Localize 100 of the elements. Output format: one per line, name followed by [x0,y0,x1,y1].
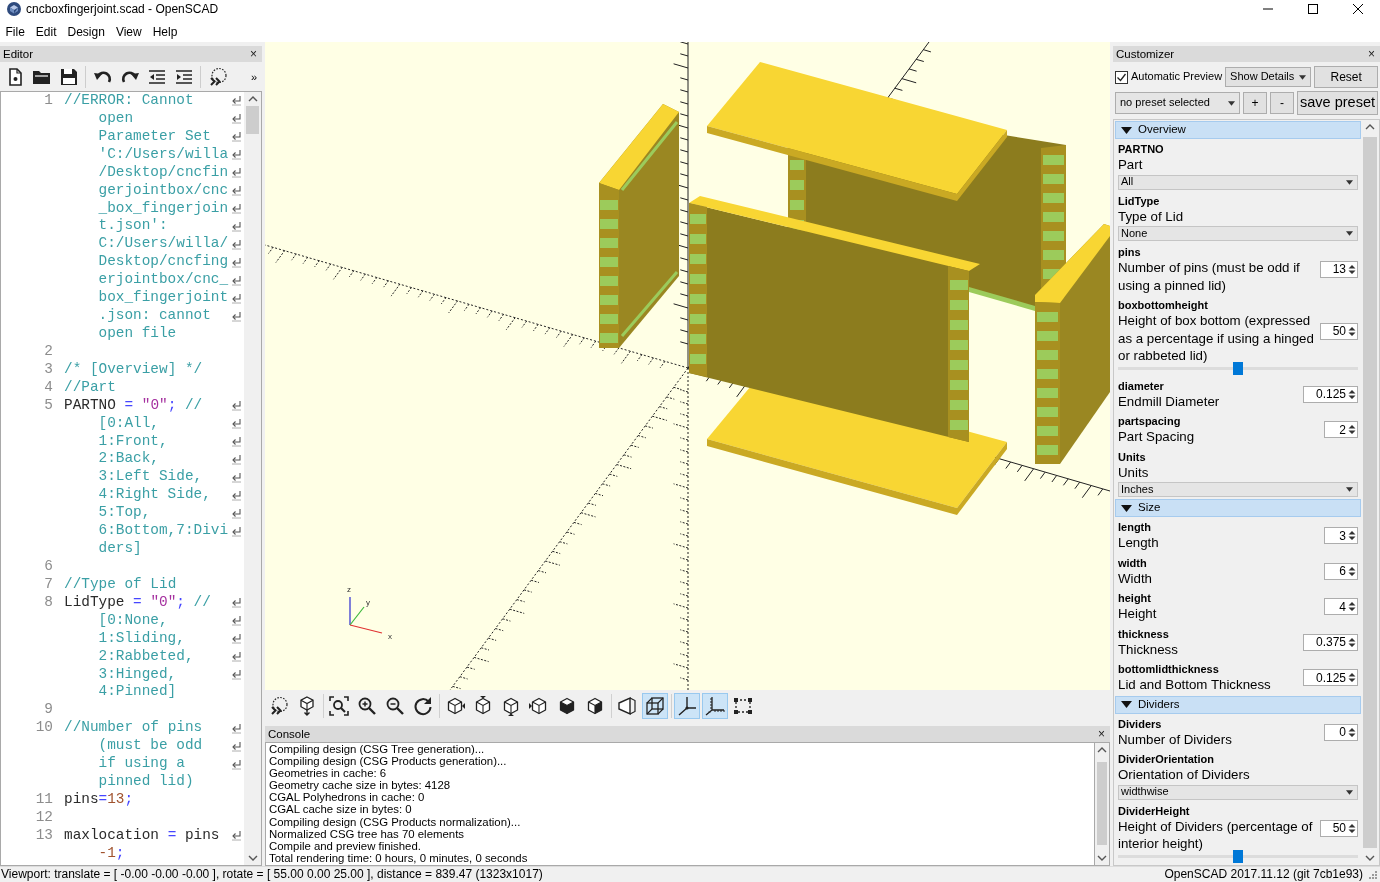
scrollbar[interactable] [244,92,261,865]
reset-button[interactable]: Reset [1314,66,1378,88]
checkbox[interactable] [1115,70,1128,84]
menu-item[interactable]: View [110,25,148,39]
window-title: cncboxfingerjoint.scad - OpenSCAD [26,1,219,16]
scroll-up-icon[interactable] [1364,122,1376,132]
caret-icon [1346,789,1353,795]
code-line: //ERROR: Cannot [64,92,194,108]
spinbox[interactable]: 0.375 [1302,633,1358,651]
axes-icon [677,696,697,716]
line-wrap-icon [231,131,242,143]
spinbox[interactable]: 2 [1324,421,1358,439]
remove-preset-button[interactable]: - [1270,92,1294,114]
axes-gizmo-icon [349,596,383,634]
shaded-cube-icon [585,696,605,716]
cube-bottom-marker-icon [501,696,521,716]
line-number: 5 [44,396,53,413]
show-axes-button[interactable] [674,693,700,719]
code-line: .json: cannot [98,307,211,324]
menu-item[interactable]: Help [147,25,183,39]
slider-thumb[interactable] [1233,361,1243,375]
toolbar-overflow-button[interactable]: » [250,70,257,83]
view-all-button[interactable] [326,693,352,719]
show-scale-markers-button[interactable] [702,693,728,719]
line-number: 8 [44,593,53,610]
value-dropdown[interactable]: Inches [1118,482,1358,497]
scrollbar-thumb[interactable] [1363,137,1377,848]
code-line: 4:Right Side, [98,486,211,503]
line-wrap-icon [231,220,242,232]
code-line: PARTNO = "0"; // [64,396,203,413]
code-line: [0:None, [98,611,168,628]
floppy-icon[interactable] [58,66,79,87]
scrollbar-thumb[interactable] [246,106,259,134]
line-number: 3 [44,360,53,377]
spinbox[interactable]: 0 [1324,723,1358,741]
scroll-up-icon[interactable] [246,94,259,104]
section-header[interactable]: Overview [1115,121,1361,139]
parameter-description: Height of box bottom (expressed as a percentage if using a hinged or rabbeted lid) [1118,312,1315,365]
line-wrap-icon [231,149,242,161]
value-dropdown[interactable]: widthwise [1118,784,1358,800]
line-wrap-icon [231,597,242,609]
panel-title: Editor [3,47,34,62]
preset-dropdown[interactable]: no preset selected [1115,92,1240,114]
close-icon[interactable] [1352,3,1363,14]
code-line: 3:Hinged, [98,665,177,682]
dotted-sphere-chevrons-icon[interactable] [207,66,228,87]
solid-cube-icon [557,696,577,716]
scroll-up-icon[interactable] [1096,745,1108,755]
spinbox[interactable]: 0.125 [1302,669,1358,687]
line-wrap-icon [231,615,242,627]
maximize-icon[interactable] [1307,3,1318,14]
line-number: 9 [44,701,53,718]
parameter-description: Length [1118,534,1160,552]
console-line: Total rendering time: 0 hours, 0 minutes, 0 seconds [269,851,529,864]
scroll-down-icon[interactable] [1364,853,1376,863]
value-dropdown[interactable]: None [1118,226,1358,241]
scroll-down-icon[interactable] [1096,853,1108,863]
save-preset-button[interactable]: save preset [1297,91,1378,115]
3d-viewport[interactable]: z y x [265,42,1110,690]
spinbox[interactable]: 6 [1324,562,1358,580]
minimize-icon[interactable] [1262,7,1273,10]
code-line: //Part [64,378,116,395]
code-line: Desktop/cncfing [98,253,229,270]
spinbox[interactable]: 4 [1324,598,1358,616]
close-button[interactable]: × [1368,48,1375,60]
spinbox[interactable]: 13 [1319,261,1358,278]
code-line: 2:Rabbeted, [98,647,194,664]
app-icon [7,1,21,16]
scrollbar-thumb[interactable] [1097,762,1107,845]
parameter-name: Units [1118,449,1147,464]
menu-item[interactable]: Design [62,25,111,39]
orthogonal-button[interactable] [642,693,668,719]
line-wrap-icon [231,525,242,537]
menu-item[interactable]: Edit [30,25,63,39]
scrollbar[interactable] [1095,742,1110,866]
section-header[interactable]: Dividers [1115,695,1361,714]
value-dropdown[interactable]: All [1118,174,1358,190]
frustum-icon [617,696,637,716]
line-wrap-icon [231,418,242,430]
spin-arrows-icon [1348,822,1356,834]
menu-item[interactable]: File [0,25,31,39]
spin-arrows-icon [1348,636,1356,648]
code-line: 4:Pinned] [98,683,177,700]
wireframe-cube-icon [645,696,665,716]
spinbox[interactable]: 0.125 [1302,385,1358,403]
slider-thumb[interactable] [1233,849,1243,863]
close-button[interactable]: × [250,48,257,60]
show-details-dropdown[interactable]: Show Details [1225,67,1312,87]
spinbox[interactable]: 50 [1319,322,1358,340]
section-header[interactable]: Size [1115,499,1361,517]
line-wrap-icon [231,489,242,501]
spin-arrows-icon [1348,388,1356,400]
spinbox[interactable]: 50 [1319,819,1358,837]
scroll-down-icon[interactable] [246,853,259,863]
add-preset-button[interactable]: + [1243,92,1267,114]
line-number: 1 [44,92,53,108]
close-button[interactable]: × [1098,728,1105,740]
console-line: CGAL cache size in bytes: 0 [269,803,413,816]
spinbox[interactable]: 3 [1324,527,1358,545]
size-grip-icon[interactable] [1369,870,1377,879]
